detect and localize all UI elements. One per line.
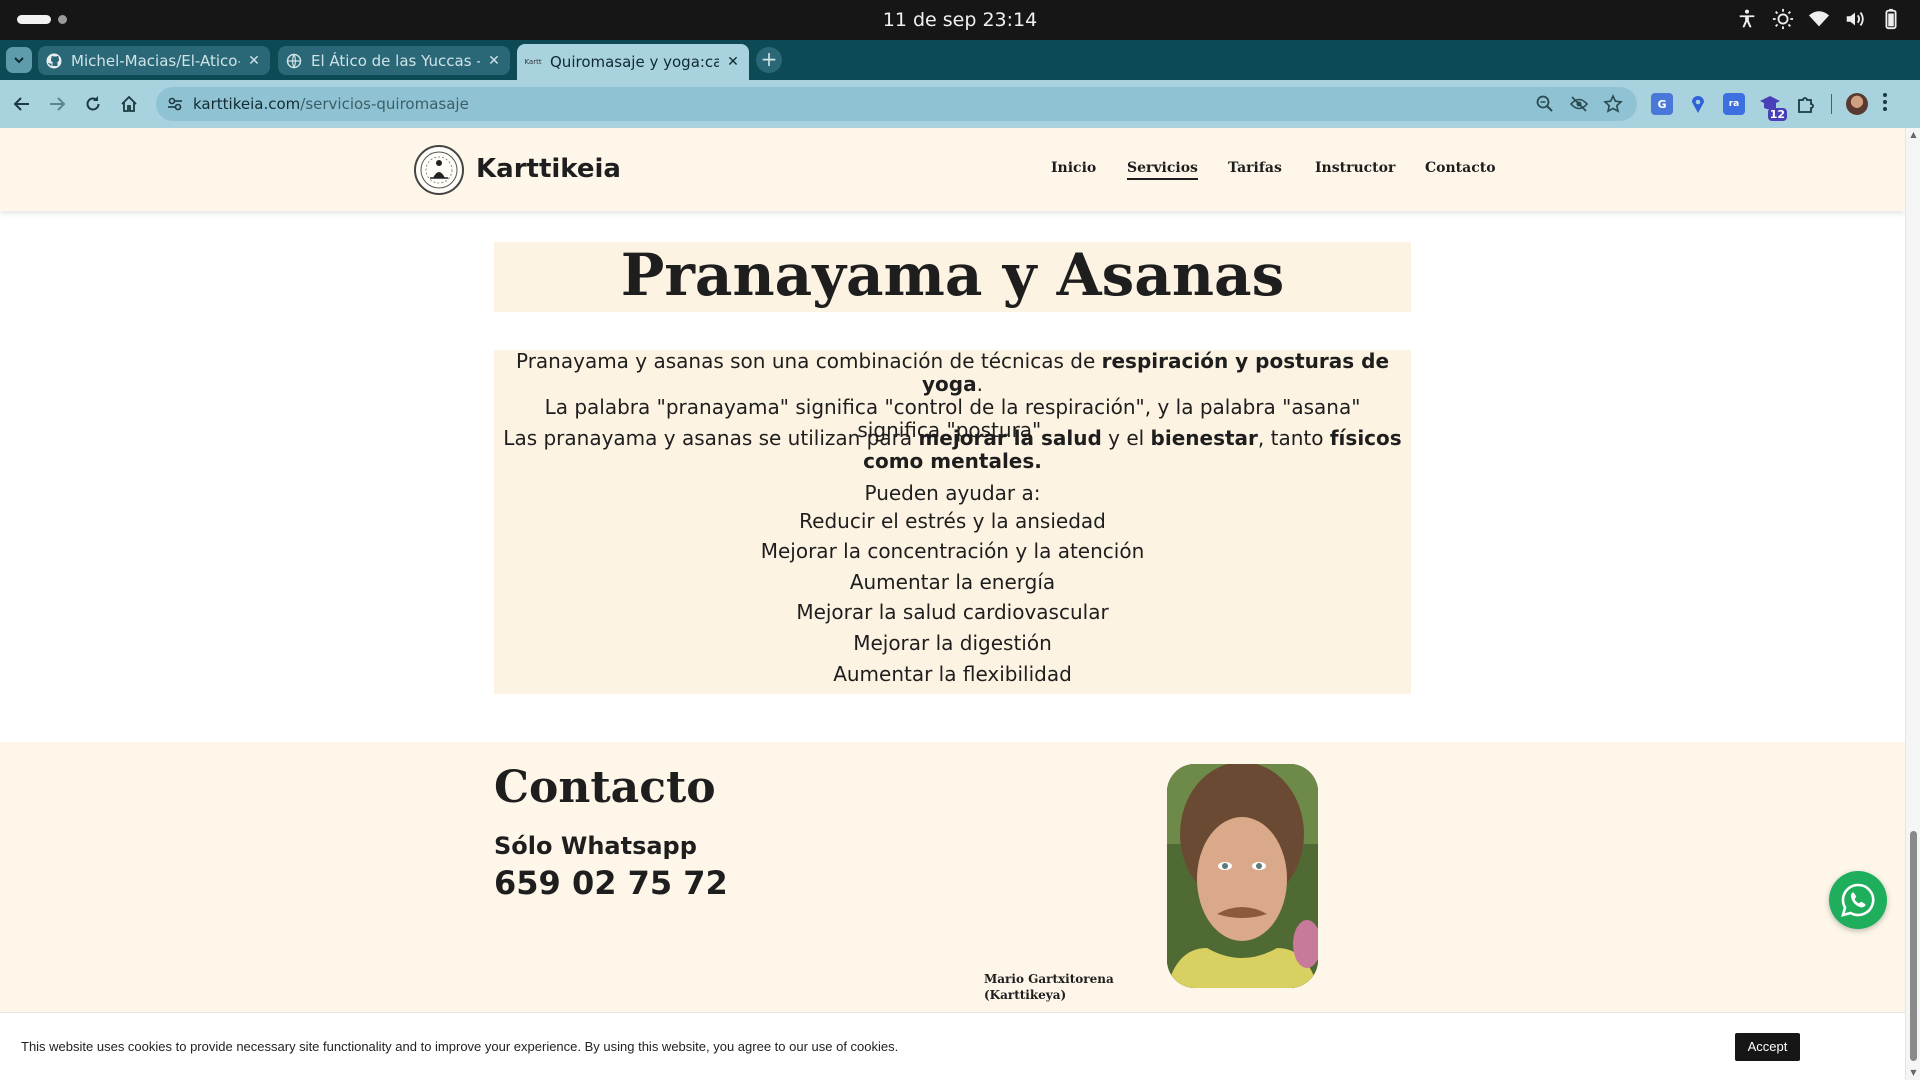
tab-title: Quiromasaje y yoga:car bbox=[550, 53, 719, 71]
text-run: . bbox=[976, 372, 983, 396]
nav-servicios[interactable]: Servicios bbox=[1127, 160, 1198, 180]
nav-inicio[interactable]: Inicio bbox=[1051, 160, 1096, 176]
instructor-caption: Mario Gartxitorena (Karttikeya) bbox=[984, 971, 1114, 1003]
benefit-item: Mejorar la concentración y la atención bbox=[760, 539, 1145, 563]
close-icon[interactable]: ✕ bbox=[725, 54, 741, 70]
new-tab-button[interactable]: + bbox=[756, 47, 782, 73]
system-tray[interactable] bbox=[1736, 8, 1902, 30]
scroll-down-icon[interactable]: ▼ bbox=[1909, 1068, 1918, 1077]
globe-icon bbox=[286, 53, 302, 69]
reload-icon[interactable] bbox=[81, 92, 105, 116]
translate-extension-icon[interactable]: G bbox=[1651, 93, 1673, 115]
puzzle-extensions-icon[interactable] bbox=[1795, 93, 1817, 115]
text-run: Las pranayama y asanas se utilizan para bbox=[503, 426, 919, 450]
site-favicon: Kartt bbox=[524, 58, 542, 66]
benefit-item: Aumentar la energía bbox=[849, 570, 1056, 594]
back-icon[interactable] bbox=[10, 92, 34, 116]
browser-toolbar: karttikeia.com/servicios-quiromasaje G r… bbox=[0, 80, 1920, 128]
cookie-text: This website uses cookies to provide nec… bbox=[21, 1039, 899, 1054]
benefit-item: Aumentar la flexibilidad bbox=[833, 662, 1072, 686]
benefits-intro: Pueden ayudar a: bbox=[864, 481, 1041, 505]
toolbar-separator bbox=[1831, 94, 1832, 114]
text-bold: bienestar bbox=[1150, 426, 1258, 450]
scroll-up-icon[interactable]: ▲ bbox=[1909, 130, 1918, 139]
tab-search-button[interactable] bbox=[6, 47, 32, 73]
scroll-thumb[interactable] bbox=[1910, 831, 1917, 1061]
text-run: y el bbox=[1101, 426, 1151, 450]
forward-icon[interactable] bbox=[45, 92, 69, 116]
contact-subtitle: Sólo Whatsapp bbox=[494, 832, 697, 860]
site-info-icon[interactable] bbox=[166, 95, 184, 113]
whatsapp-button[interactable] bbox=[1829, 871, 1887, 929]
bookmark-star-icon[interactable] bbox=[1603, 94, 1623, 114]
chevron-down-icon bbox=[14, 57, 24, 64]
home-icon[interactable] bbox=[117, 92, 141, 116]
site-header: Karttikeia Inicio Servicios Tarifas Inst… bbox=[0, 128, 1905, 211]
benefit-item: Mejorar la salud cardiovascular bbox=[796, 600, 1109, 624]
meditation-icon bbox=[420, 151, 458, 189]
nav-contacto[interactable]: Contacto bbox=[1425, 160, 1496, 176]
paragraph-uses: Las pranayama y asanas se utilizan para … bbox=[502, 427, 1403, 473]
url-host: karttikeia.com bbox=[193, 95, 301, 113]
text-bold: mejorar la salud bbox=[918, 426, 1102, 450]
contact-title: Contacto bbox=[494, 762, 716, 813]
nav-tarifas[interactable]: Tarifas bbox=[1228, 160, 1282, 176]
benefit-item: Reducir el estrés y la ansiedad bbox=[799, 509, 1106, 533]
benefit-item: Mejorar la digestión bbox=[853, 631, 1052, 655]
instructor-name: Mario Gartxitorena bbox=[984, 972, 1114, 986]
text-run: , tanto bbox=[1257, 426, 1330, 450]
eye-slash-icon[interactable] bbox=[1569, 94, 1589, 114]
site-logo[interactable] bbox=[414, 145, 464, 195]
extension-badge: 12 bbox=[1767, 108, 1787, 121]
cookie-banner: This website uses cookies to provide nec… bbox=[0, 1012, 1905, 1080]
tab-title: El Ático de las Yuccas - Y bbox=[311, 51, 480, 70]
brightness-icon[interactable] bbox=[1772, 8, 1794, 30]
browser-tab-strip: Michel-Macias/El-Atico- ✕ El Ático de la… bbox=[0, 40, 1920, 80]
nav-instructor[interactable]: Instructor bbox=[1315, 160, 1395, 176]
zoom-icon[interactable] bbox=[1535, 94, 1555, 114]
kebab-menu-icon[interactable] bbox=[1882, 92, 1888, 116]
wifi-icon[interactable] bbox=[1808, 8, 1830, 30]
github-icon bbox=[46, 53, 62, 69]
close-icon[interactable]: ✕ bbox=[486, 53, 502, 69]
instructor-alias: (Karttikeya) bbox=[984, 988, 1067, 1002]
os-clock[interactable]: 11 de sep 23:14 bbox=[0, 9, 1920, 31]
url-path: /servicios-quiromasaje bbox=[300, 95, 469, 113]
accessibility-icon[interactable] bbox=[1736, 8, 1758, 30]
whatsapp-icon bbox=[1841, 883, 1875, 917]
section-body: Pranayama y asanas son una combinación d… bbox=[494, 350, 1411, 694]
tab-title: Michel-Macias/El-Atico- bbox=[71, 51, 240, 70]
extensions-area: G ra 12 bbox=[1651, 92, 1888, 121]
text-run: Pranayama y asanas son una combinación d… bbox=[515, 349, 1102, 373]
browser-tab-github[interactable]: Michel-Macias/El-Atico- ✕ bbox=[38, 46, 270, 75]
page-scrollbar[interactable]: ▲ ▼ bbox=[1905, 128, 1920, 1080]
contact-section: Contacto Sólo Whatsapp 659 02 75 72 Mari… bbox=[0, 742, 1905, 1042]
address-bar[interactable]: karttikeia.com/servicios-quiromasaje bbox=[156, 87, 1637, 121]
page-viewport: Karttikeia Inicio Servicios Tarifas Inst… bbox=[0, 128, 1920, 1080]
text-extension-icon[interactable]: ra bbox=[1723, 93, 1745, 115]
location-pin-extension-icon[interactable] bbox=[1687, 93, 1709, 115]
graduation-cap-extension-icon[interactable]: 12 bbox=[1759, 93, 1787, 121]
profile-avatar[interactable] bbox=[1846, 93, 1868, 115]
section-title: Pranayama y Asanas bbox=[494, 242, 1411, 312]
browser-tab-active[interactable]: Kartt Quiromasaje y yoga:car ✕ bbox=[517, 44, 749, 80]
instructor-photo bbox=[1167, 764, 1318, 988]
volume-icon[interactable] bbox=[1844, 8, 1866, 30]
battery-icon[interactable] bbox=[1880, 8, 1902, 30]
site-brand[interactable]: Karttikeia bbox=[476, 154, 621, 184]
close-icon[interactable]: ✕ bbox=[246, 53, 262, 69]
url-text[interactable]: karttikeia.com/servicios-quiromasaje bbox=[193, 95, 469, 113]
os-top-bar: 11 de sep 23:14 bbox=[0, 0, 1920, 40]
contact-phone[interactable]: 659 02 75 72 bbox=[494, 864, 728, 902]
browser-tab-atico[interactable]: El Ático de las Yuccas - Y ✕ bbox=[278, 46, 510, 75]
cookie-accept-button[interactable]: Accept bbox=[1735, 1033, 1800, 1061]
